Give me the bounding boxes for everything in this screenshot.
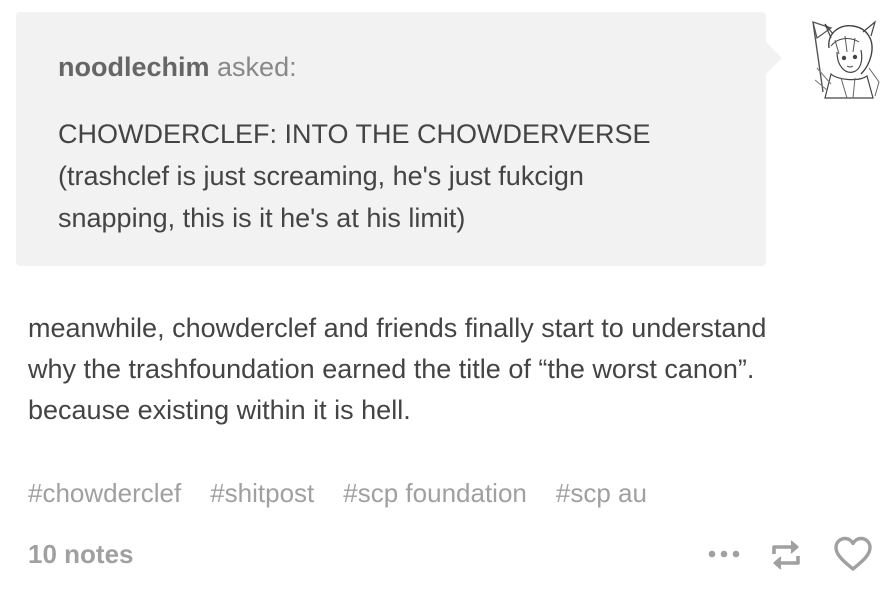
reblog-button[interactable] [766, 534, 806, 574]
post-body-text: meanwhile, chowderclef and friends final… [28, 313, 767, 425]
asker-line: noodlechim asked: [58, 50, 724, 84]
asker-avatar[interactable] [801, 18, 883, 100]
post-actions [700, 534, 880, 574]
more-options-icon [708, 550, 740, 558]
asked-label: asked: [217, 52, 297, 82]
asker-name-link[interactable]: noodlechim [58, 52, 210, 82]
question-text: CHOWDERCLEF: INTO THE CHOWDERVERSE (tras… [58, 119, 651, 233]
reblog-icon [772, 540, 800, 570]
tag-list: #chowderclef #shitpost #scp foundation #… [28, 475, 647, 511]
more-options-button[interactable] [704, 540, 744, 568]
tag-link[interactable]: #scp foundation [343, 475, 527, 511]
ask-bubble: noodlechim asked: CHOWDERCLEF: INTO THE … [16, 12, 782, 266]
heart-icon [834, 536, 872, 571]
like-button[interactable] [832, 534, 874, 574]
notes-count-link[interactable]: 10 notes [28, 536, 134, 572]
tag-link[interactable]: #shitpost [210, 475, 314, 511]
tag-link[interactable]: #chowderclef [28, 475, 181, 511]
tag-link[interactable]: #scp au [556, 475, 647, 511]
anime-character-avatar-icon [801, 18, 883, 100]
